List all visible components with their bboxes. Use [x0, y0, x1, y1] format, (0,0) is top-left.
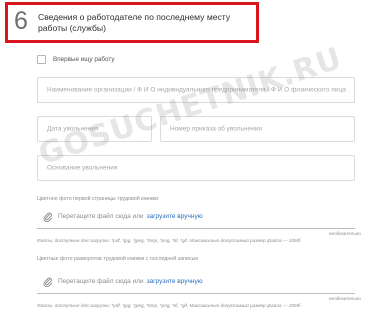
first-job-checkbox-label[interactable]: Впервые ищу работу: [53, 56, 114, 63]
organization-input[interactable]: Наименование организации / Ф И О индивид…: [37, 77, 355, 103]
upload1-dropzone[interactable]: Перетащите файл сюда или загрузите вручну…: [37, 205, 355, 229]
upload2-caption: Цветные фото разворотов трудовой книжки …: [37, 256, 199, 262]
upload2-note: Файлы, доступные для загрузки: *pdf, *jp…: [37, 303, 301, 308]
section-title: Сведения о работодателе по последнему ме…: [38, 12, 231, 33]
upload2-text: Перетащите файл сюда или: [58, 278, 144, 285]
organization-placeholder: Наименование организации / Ф И О индивид…: [47, 86, 346, 94]
dismissal-reason-input[interactable]: Основание увольнения: [37, 155, 355, 181]
order-number-placeholder: Номер приказа об увольнении: [170, 125, 262, 133]
paperclip-icon: [43, 212, 53, 222]
dismissal-date-input[interactable]: Дата увольнения: [37, 116, 152, 142]
section-header: 6 Сведения о работодателе по последнему …: [5, 2, 259, 43]
upload1-manual-link[interactable]: загрузите вручную: [147, 213, 203, 220]
first-job-checkbox[interactable]: [37, 54, 46, 64]
upload1-caption: Цветное фото первой страницы трудовой кн…: [37, 196, 159, 202]
dismissal-date-placeholder: Дата увольнения: [47, 125, 99, 133]
paperclip-icon: [43, 277, 53, 287]
upload2-dropzone[interactable]: Перетащите файл сюда или загрузите вручну…: [37, 270, 355, 294]
section-number: 6: [14, 7, 28, 35]
first-job-checkbox-row[interactable]: Впервые ищу работу: [37, 53, 114, 65]
dismissal-reason-placeholder: Основание увольнения: [47, 164, 118, 172]
upload1-note: Файлы, доступные для загрузки: *pdf, *jp…: [37, 238, 301, 243]
upload2-optional: необязательно: [329, 296, 361, 301]
upload1-optional: необязательно: [329, 231, 361, 236]
upload1-text: Перетащите файл сюда или: [58, 213, 144, 220]
upload2-manual-link[interactable]: загрузите вручную: [147, 278, 203, 285]
order-number-input[interactable]: Номер приказа об увольнении: [160, 116, 355, 142]
